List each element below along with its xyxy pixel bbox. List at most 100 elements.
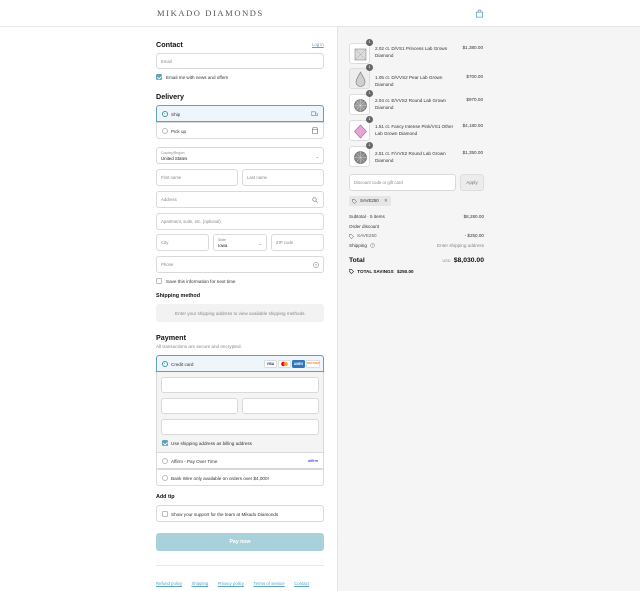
- pickup-option[interactable]: Pick up: [156, 122, 324, 139]
- item-name: 1.05 ct. D/VVS2 Pear Lab Grown Diamond: [375, 75, 443, 87]
- item-name: 2.02 ct. D/VS1 Princess Lab Grown Diamon…: [375, 46, 448, 58]
- city-field[interactable]: City: [156, 234, 209, 251]
- footer-divider: [156, 565, 324, 566]
- billing-label: Use shipping address as billing address: [171, 441, 252, 446]
- total-row: Total USD $8,030.00: [349, 257, 484, 267]
- item-name: 2.51 ct. F/VVS2 Round Lab Grown Diamond: [375, 151, 446, 163]
- item-thumbnail: [349, 120, 370, 141]
- tag-icon: [349, 269, 354, 274]
- item-price: $1,380.00: [462, 45, 483, 50]
- contact-link[interactable]: Contact: [294, 581, 309, 586]
- total-value: $8,030.00: [453, 257, 484, 264]
- chevron-down-icon: ⌄: [258, 241, 262, 246]
- subtotal-row: Subtotal · 5 items $8,280.00: [349, 214, 484, 219]
- save-info-checkbox[interactable]: [156, 278, 162, 284]
- item-thumbnail: [349, 68, 370, 89]
- security-code-field[interactable]: [242, 398, 319, 414]
- first-name-field[interactable]: First name: [156, 169, 238, 186]
- item-thumbnail: [349, 146, 370, 167]
- item-qty-badge: 1: [366, 142, 373, 149]
- total-savings-value: $250.00: [396, 269, 414, 274]
- chevron-down-icon: ⌄: [315, 154, 319, 159]
- pear-diamond-icon: [355, 71, 366, 87]
- remove-discount-icon[interactable]: ✕: [384, 198, 388, 203]
- round-diamond-icon: [354, 99, 367, 112]
- name-on-card-field[interactable]: [161, 419, 319, 435]
- payment-heading: Payment: [156, 333, 186, 342]
- shipping-row: Shipping ? Enter shipping address: [349, 243, 484, 248]
- tip-option[interactable]: Show your support for the team at Mikado…: [156, 505, 324, 522]
- subtotal-label: Subtotal · 5 items: [349, 214, 385, 219]
- round-diamond-icon: [354, 151, 367, 164]
- shopping-bag-icon[interactable]: [475, 9, 484, 18]
- ship-option[interactable]: Ship: [156, 105, 324, 122]
- discount-code-field[interactable]: Discount code or gift card: [349, 174, 456, 191]
- tag-icon: [352, 198, 357, 204]
- last-name-field[interactable]: Last name: [242, 169, 324, 186]
- pickup-label: Pick up: [171, 128, 187, 134]
- subtotal-value: $8,280.00: [463, 214, 484, 219]
- phone-field[interactable]: Phone ?: [156, 256, 324, 273]
- help-icon[interactable]: ?: [370, 243, 375, 248]
- discover-icon: DISCOVER: [306, 360, 320, 368]
- expiry-field[interactable]: [161, 398, 238, 414]
- store-icon: [312, 127, 318, 134]
- item-name: 1.51 ct. Fancy Intense Pink/VS1 Other La…: [375, 124, 454, 136]
- card-number-field[interactable]: [161, 377, 319, 393]
- email-field[interactable]: Email: [156, 53, 324, 69]
- affirm-radio[interactable]: [162, 458, 168, 464]
- terms-link[interactable]: Terms of service: [253, 581, 284, 586]
- shipping-link[interactable]: Shipping: [192, 581, 209, 586]
- login-link[interactable]: Log in: [312, 42, 324, 47]
- affirm-option[interactable]: Affirm - Pay Over Time affirm: [156, 452, 324, 469]
- billing-checkbox[interactable]: [162, 440, 168, 446]
- pay-now-button[interactable]: Pay now: [156, 533, 324, 551]
- discount-row: SAVE250 - $250.00: [349, 233, 484, 239]
- country-select[interactable]: Country/Region United States ⌄: [156, 147, 324, 164]
- shipping-method-box: Enter your shipping address to view avai…: [156, 304, 324, 322]
- pickup-radio[interactable]: [162, 128, 168, 134]
- card-form: Use shipping address as billing address: [156, 372, 324, 452]
- credit-card-radio[interactable]: [162, 361, 168, 367]
- affirm-label: Affirm - Pay Over Time: [171, 458, 218, 464]
- bank-wire-option[interactable]: Bank Wire only available on orders over …: [156, 469, 324, 486]
- tip-checkbox[interactable]: [162, 511, 168, 517]
- contact-heading: Contact: [156, 40, 183, 49]
- credit-card-label: Credit card: [171, 361, 194, 367]
- item-price: $700.00: [466, 74, 483, 79]
- footer-links: Refund policy Shipping Privacy policy Te…: [156, 572, 314, 590]
- item-qty-badge: 1: [366, 64, 373, 71]
- privacy-policy-link[interactable]: Privacy policy: [218, 581, 244, 586]
- payment-subtitle: All transactions are secure and encrypte…: [156, 344, 242, 349]
- address-field[interactable]: Address: [156, 191, 324, 208]
- svg-text:?: ?: [315, 262, 318, 267]
- apartment-field[interactable]: Apartment, suite, etc. (optional): [156, 213, 324, 230]
- total-savings-label: TOTAL SAVINGS: [357, 269, 394, 274]
- credit-card-option[interactable]: Credit card VISA AMEX DISCOVER: [156, 355, 324, 372]
- discount-value: - $250.00: [464, 233, 484, 238]
- bank-wire-radio[interactable]: [162, 475, 168, 481]
- news-checkbox[interactable]: [156, 74, 162, 80]
- item-thumbnail: [349, 43, 370, 64]
- item-price: $4,180.00: [462, 123, 483, 128]
- item-name: 2.04 ct. E/VVS2 Round Lab Grown Diamond: [375, 98, 446, 110]
- item-qty-badge: 1: [366, 39, 373, 46]
- zip-field[interactable]: ZIP code: [271, 234, 324, 251]
- store-logo[interactable]: MIKADO DIAMONDS: [157, 8, 264, 18]
- tip-label: Show your support for the team at Mikado…: [171, 511, 279, 517]
- item-price: $970.00: [466, 97, 483, 102]
- princess-diamond-icon: [354, 48, 367, 61]
- shipping-method-heading: Shipping method: [156, 293, 201, 299]
- item-qty-badge: 1: [366, 90, 373, 97]
- item-price: $1,350.00: [462, 150, 483, 155]
- svg-text:?: ?: [372, 244, 374, 248]
- ship-radio[interactable]: [162, 111, 168, 117]
- truck-icon: [311, 111, 318, 116]
- page-header: MIKADO DIAMONDS: [0, 0, 640, 27]
- help-icon[interactable]: ?: [313, 262, 319, 268]
- state-select[interactable]: State Iowa ⌄: [213, 234, 267, 251]
- mastercard-icon: [278, 360, 291, 368]
- refund-policy-link[interactable]: Refund policy: [156, 581, 182, 586]
- apply-button[interactable]: Apply: [460, 174, 484, 191]
- discount-tag-label: SAVE250: [360, 198, 379, 203]
